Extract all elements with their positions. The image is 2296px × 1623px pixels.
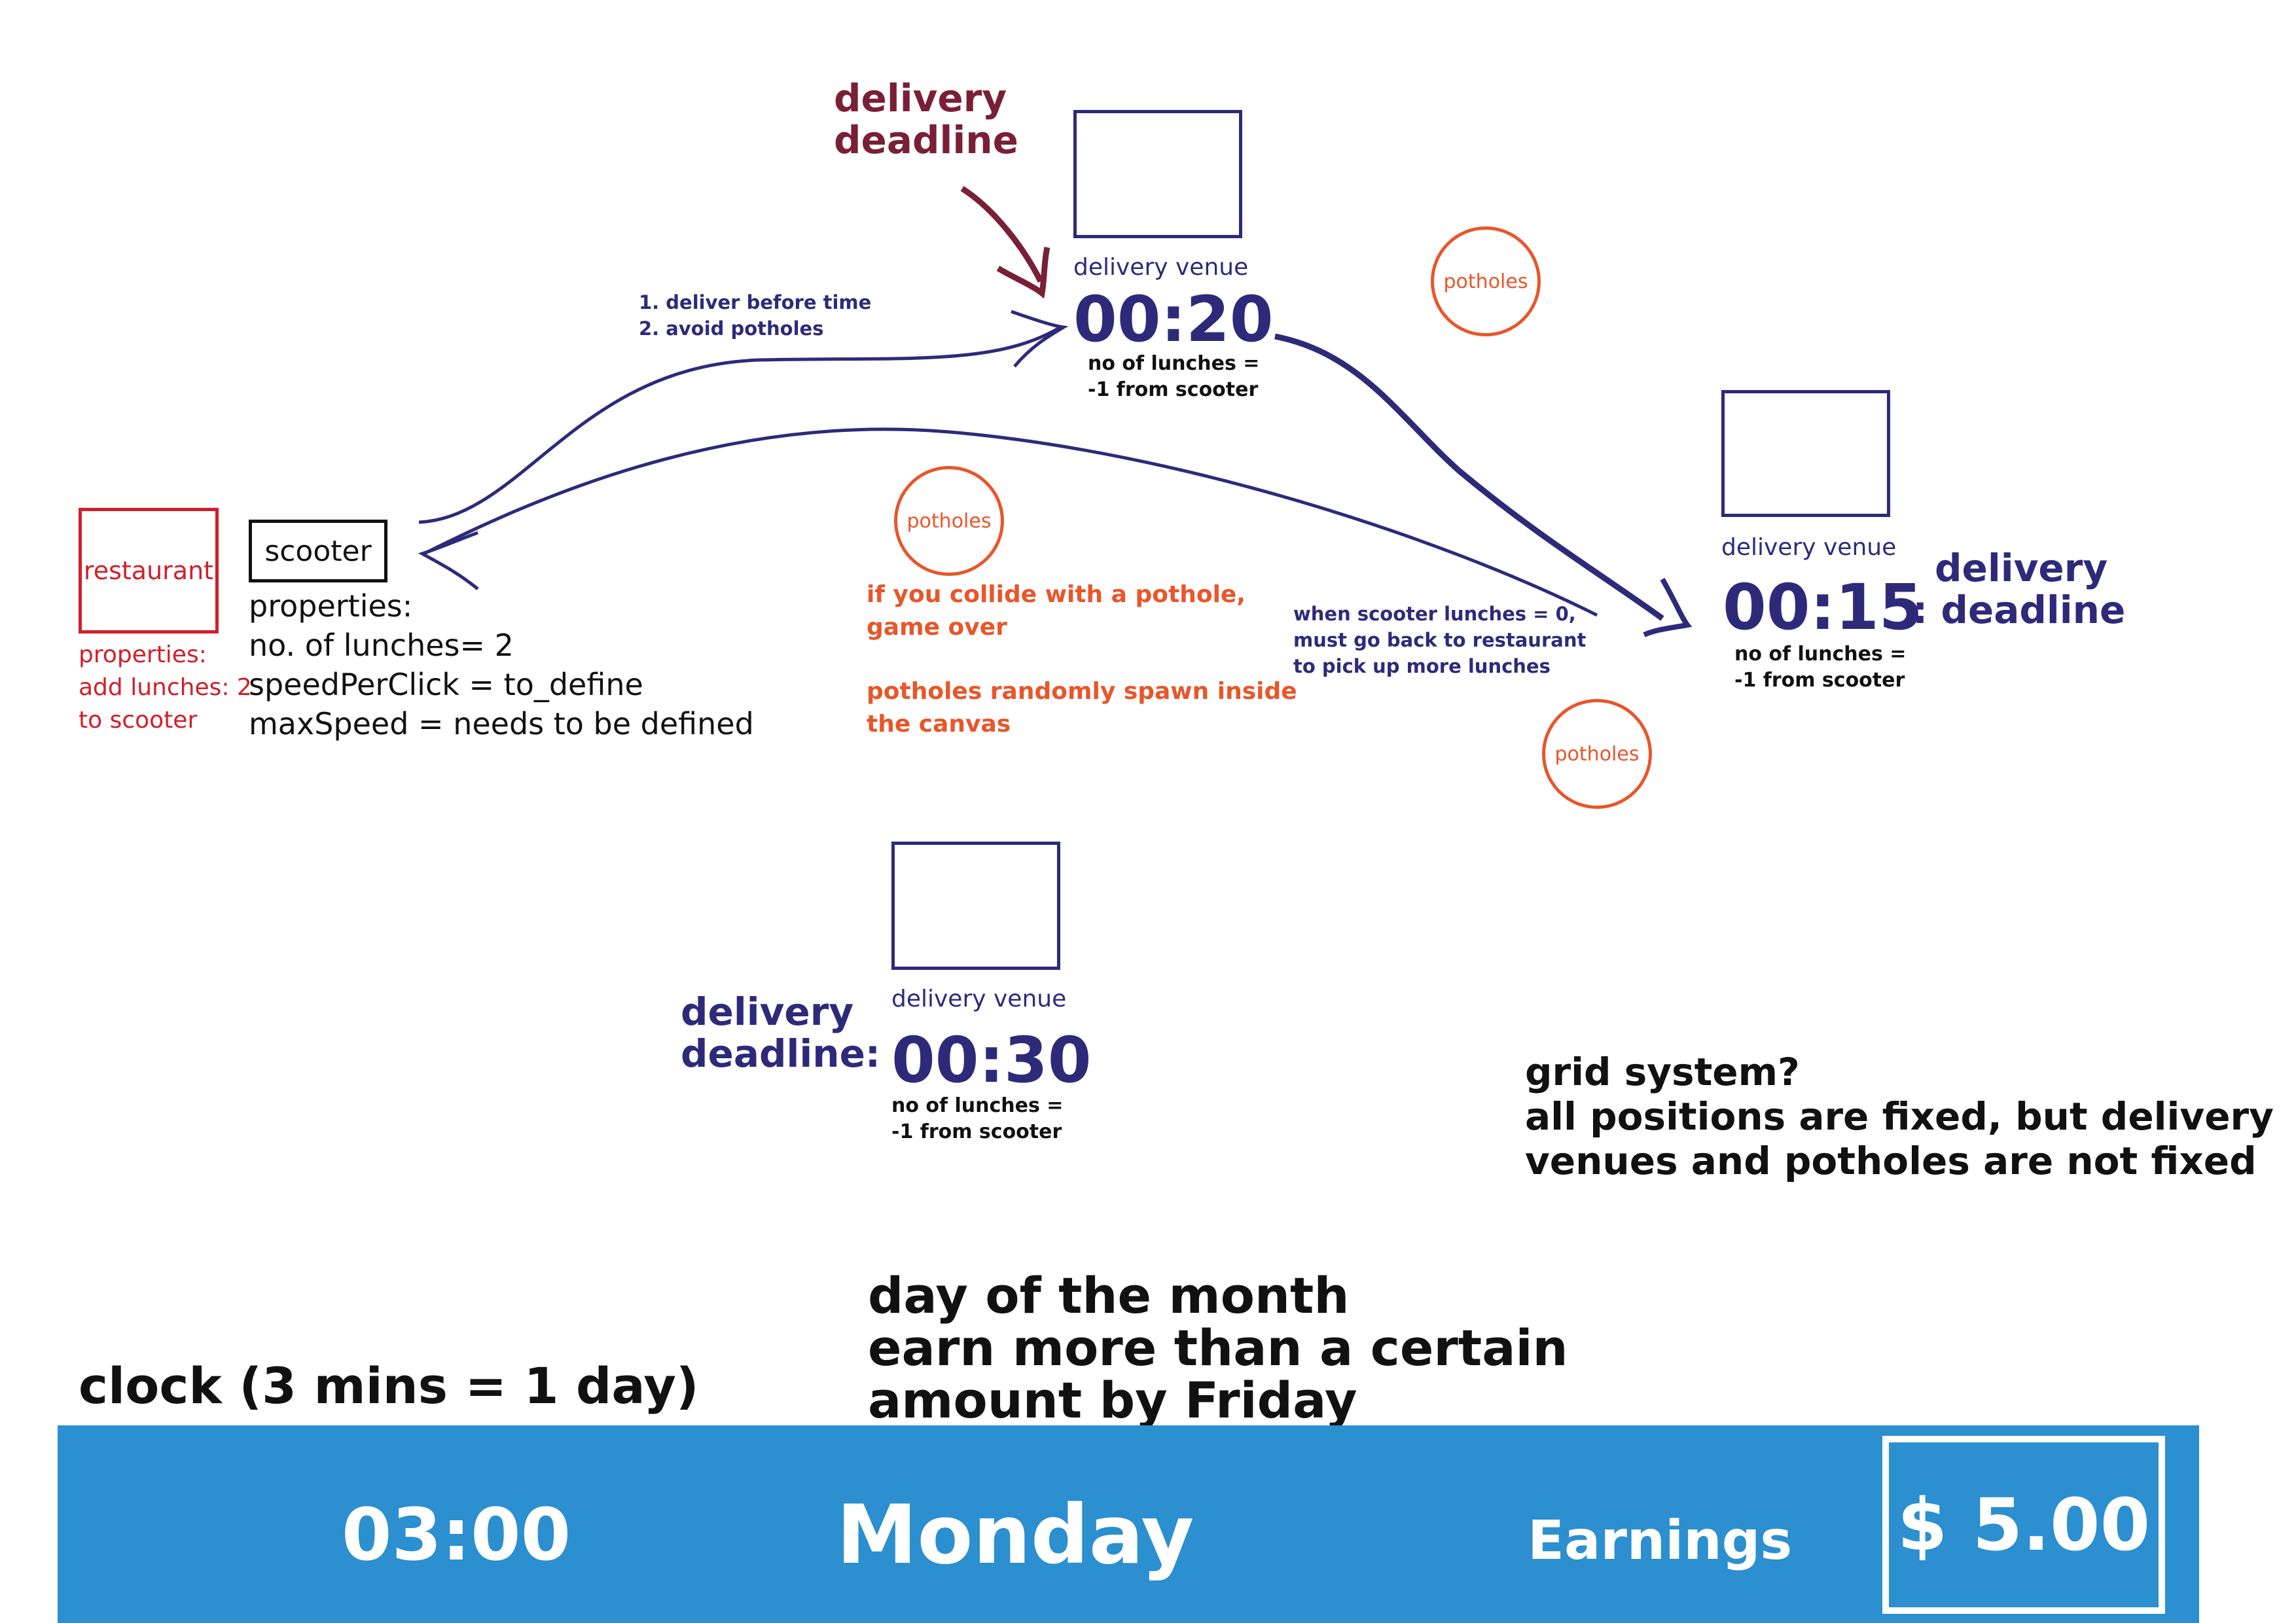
bottom-deadline-label: delivery deadline: [681, 990, 881, 1076]
delivery-venue-box-right[interactable] [1721, 390, 1890, 517]
restaurant-box[interactable]: restaurant [79, 508, 219, 633]
pothole[interactable]: potholes [1542, 699, 1652, 809]
day-of-month-note: day of the month earn more than a certai… [868, 1266, 1568, 1429]
delivery-venue-deadline-time: 00:30 [891, 1024, 1092, 1097]
scooter-box[interactable]: scooter [249, 520, 387, 582]
delivery-venue-label: delivery venue [1721, 534, 1897, 561]
hud-clock: 03:00 [342, 1493, 571, 1577]
delivery-venue-lunch-note: no of lunches = -1 from scooter [1734, 643, 1907, 692]
top-deadline-label: delivery deadline [834, 76, 1018, 162]
restaurant-properties: properties: add lunches: 2 to scooter [79, 641, 252, 734]
delivery-venue-box-bottom[interactable] [891, 842, 1060, 970]
hud-earnings-label: Earnings [1528, 1510, 1793, 1572]
delivery-venue-lunch-note: no of lunches = -1 from scooter [1088, 352, 1260, 401]
delivery-rules-note: 1. deliver before time 2. avoid potholes [639, 291, 872, 340]
delivery-venue-box-top[interactable] [1073, 110, 1242, 238]
delivery-venue-label: delivery venue [1073, 254, 1249, 281]
right-deadline-label: delivery : deadline [1912, 546, 2126, 632]
hud-earnings-value: $ 5.00 [1882, 1436, 2165, 1614]
pothole[interactable]: potholes [1431, 226, 1541, 336]
pothole-collision-note: if you collide with a pothole, game over… [867, 581, 1297, 738]
scooter-properties: properties: no. of lunches= 2 speedPerCl… [249, 588, 754, 741]
clock-note: clock (3 mins = 1 day) [79, 1357, 699, 1415]
hud-day: Monday [836, 1488, 1194, 1582]
arrow-venue-to-venue [1274, 333, 1664, 621]
grid-system-note: grid system? all positions are fixed, bu… [1525, 1050, 2274, 1183]
delivery-venue-deadline-time: 00:15 [1723, 571, 1923, 644]
delivery-venue-lunch-note: no of lunches = -1 from scooter [891, 1094, 1064, 1143]
delivery-venue-deadline-time: 00:20 [1073, 283, 1274, 356]
pothole[interactable]: potholes [894, 466, 1004, 576]
delivery-venue-label: delivery venue [891, 986, 1067, 1012]
return-to-restaurant-note: when scooter lunches = 0, must go back t… [1293, 603, 1587, 677]
